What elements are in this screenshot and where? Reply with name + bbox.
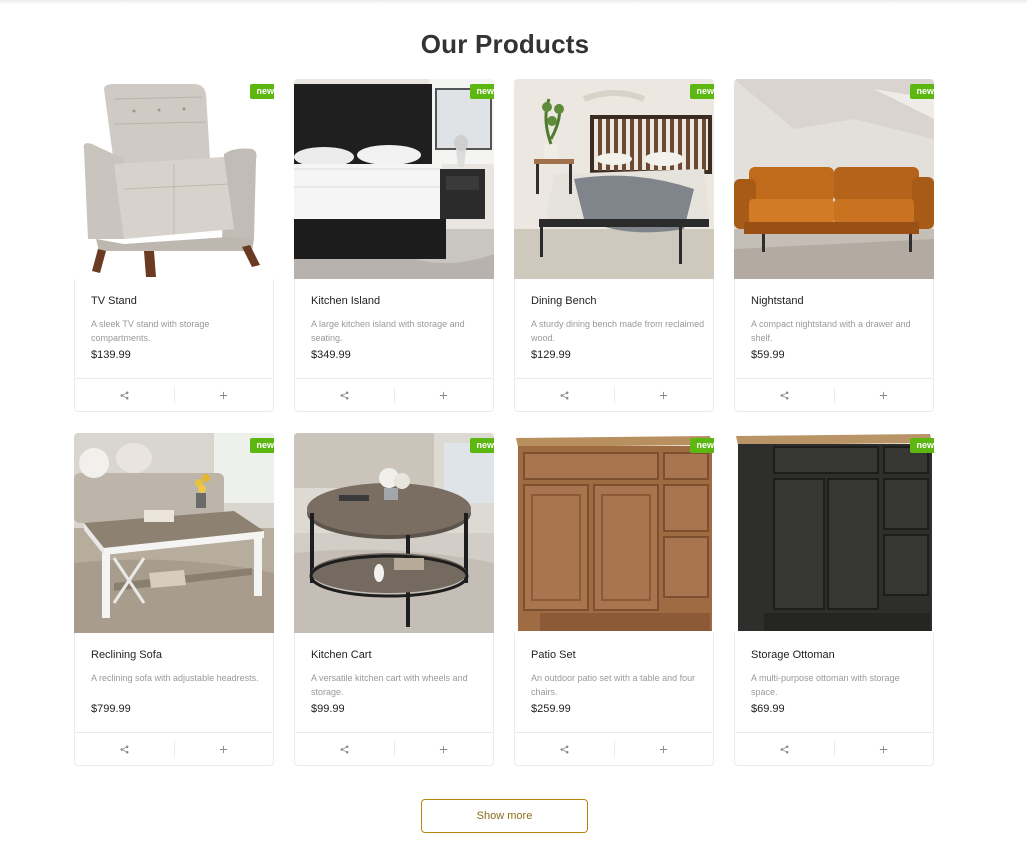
- share-button[interactable]: [75, 733, 174, 765]
- product-image[interactable]: new: [514, 79, 714, 279]
- product-image[interactable]: new: [74, 433, 274, 633]
- card-actions: [295, 378, 493, 411]
- card-actions: [735, 378, 933, 411]
- product-price: $69.99: [751, 703, 785, 715]
- card-actions: [515, 732, 713, 765]
- product-description: A multi-purpose ottoman with storage spa…: [751, 673, 900, 697]
- new-badge: new: [250, 84, 274, 99]
- add-button[interactable]: [393, 741, 494, 757]
- product-price: $349.99: [311, 349, 351, 361]
- card-actions: [295, 732, 493, 765]
- product-card[interactable]: new Reclining Sofa A reclining sofa with…: [74, 433, 274, 766]
- add-button[interactable]: [173, 741, 274, 757]
- share-icon: [780, 391, 789, 399]
- share-icon: [560, 745, 569, 753]
- product-description: An outdoor patio set with a table and fo…: [531, 673, 696, 697]
- product-card[interactable]: new Storage Ottoman A multi-purpose otto…: [734, 433, 934, 766]
- plus-icon: [440, 391, 448, 399]
- share-icon: [120, 745, 129, 753]
- product-image[interactable]: new: [294, 79, 494, 279]
- product-price: $59.99: [751, 349, 785, 361]
- share-icon: [560, 391, 569, 399]
- product-image[interactable]: new: [734, 433, 934, 633]
- product-description: A large kitchen island with storage and …: [311, 319, 465, 343]
- add-button[interactable]: [393, 387, 494, 403]
- product-name[interactable]: Kitchen Island: [311, 295, 380, 307]
- product-card[interactable]: new TV Stand A sleek TV stand with stora…: [74, 79, 274, 412]
- product-name[interactable]: TV Stand: [91, 295, 137, 307]
- card-actions: [735, 732, 933, 765]
- plus-icon: [880, 391, 888, 399]
- share-button[interactable]: [515, 379, 614, 411]
- new-badge: new: [690, 438, 714, 453]
- new-badge: new: [910, 438, 934, 453]
- new-badge: new: [690, 84, 714, 99]
- share-icon: [340, 745, 349, 753]
- plus-icon: [220, 745, 228, 753]
- new-badge: new: [470, 438, 494, 453]
- product-name[interactable]: Dining Bench: [531, 295, 596, 307]
- share-button[interactable]: [735, 379, 834, 411]
- share-button[interactable]: [75, 379, 174, 411]
- plus-icon: [220, 391, 228, 399]
- share-button[interactable]: [735, 733, 834, 765]
- product-price: $799.99: [91, 703, 131, 715]
- product-grid: new TV Stand A sleek TV stand with stora…: [74, 79, 934, 766]
- product-description: A sleek TV stand with storage compartmen…: [91, 319, 210, 343]
- product-price: $139.99: [91, 349, 131, 361]
- new-badge: new: [910, 84, 934, 99]
- card-actions: [75, 732, 273, 765]
- product-card[interactable]: new Nightstand A compact nightstand with…: [734, 79, 934, 412]
- product-name[interactable]: Patio Set: [531, 649, 576, 661]
- plus-icon: [660, 745, 668, 753]
- product-image[interactable]: new: [294, 433, 494, 633]
- new-badge: new: [250, 438, 274, 453]
- show-more-button[interactable]: Show more: [421, 799, 588, 833]
- add-button[interactable]: [613, 741, 714, 757]
- product-card[interactable]: new Kitchen Island A large kitchen islan…: [294, 79, 494, 412]
- card-actions: [515, 378, 713, 411]
- new-badge: new: [470, 84, 494, 99]
- section-title: Our Products: [420, 29, 590, 59]
- plus-icon: [880, 745, 888, 753]
- product-price: $129.99: [531, 349, 571, 361]
- product-name[interactable]: Storage Ottoman: [751, 649, 835, 661]
- product-price: $259.99: [531, 703, 571, 715]
- add-button[interactable]: [833, 387, 934, 403]
- share-icon: [120, 391, 129, 399]
- product-description: A sturdy dining bench made from reclaime…: [531, 319, 705, 343]
- product-card[interactable]: new Kitchen Cart A versatile kitchen car…: [294, 433, 494, 766]
- plus-icon: [660, 391, 668, 399]
- share-icon: [780, 745, 789, 753]
- product-description: A versatile kitchen cart with wheels and…: [311, 673, 468, 697]
- product-name[interactable]: Reclining Sofa: [91, 649, 162, 661]
- product-name[interactable]: Nightstand: [751, 295, 804, 307]
- add-button[interactable]: [173, 387, 274, 403]
- share-icon: [340, 391, 349, 399]
- share-button[interactable]: [515, 733, 614, 765]
- product-price: $99.99: [311, 703, 345, 715]
- add-button[interactable]: [613, 387, 714, 403]
- card-actions: [75, 378, 273, 411]
- share-button[interactable]: [295, 379, 394, 411]
- product-name[interactable]: Kitchen Cart: [311, 649, 372, 661]
- product-image[interactable]: new: [514, 433, 714, 633]
- product-description: A reclining sofa with adjustable headres…: [91, 673, 259, 683]
- share-button[interactable]: [295, 733, 394, 765]
- product-image[interactable]: new: [734, 79, 934, 279]
- header-shadow: [0, 0, 1027, 4]
- product-description: A compact nightstand with a drawer and s…: [751, 319, 911, 343]
- product-card[interactable]: new Patio Set An outdoor patio set with …: [514, 433, 714, 766]
- product-card[interactable]: new Dining Bench A sturdy dining bench m…: [514, 79, 714, 412]
- add-button[interactable]: [833, 741, 934, 757]
- plus-icon: [440, 745, 448, 753]
- product-image[interactable]: new: [74, 79, 274, 279]
